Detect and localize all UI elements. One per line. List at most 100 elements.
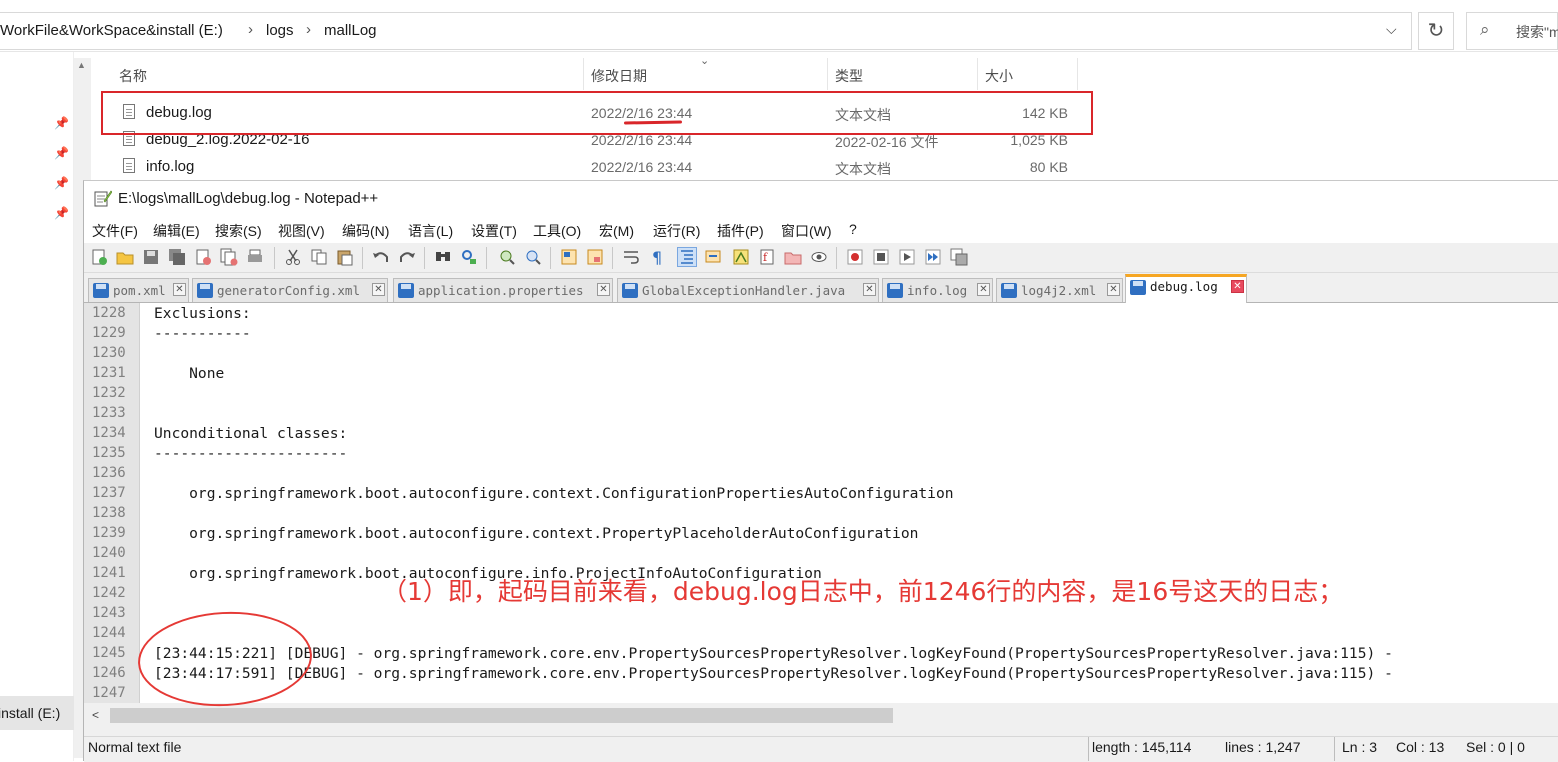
menu-macro[interactable]: 宏(M) — [599, 221, 634, 241]
tab-label: info.log — [907, 283, 968, 298]
column-divider[interactable] — [1077, 58, 1078, 90]
code-line: ----------- — [154, 325, 251, 342]
tab-globalexceptionhandler-java[interactable]: GlobalExceptionHandler.java ✕ — [617, 278, 879, 302]
tab-debug-log[interactable]: debug.log ✕ — [1125, 274, 1247, 303]
code-line: [23:44:15:221] [DEBUG] - org.springframe… — [154, 645, 1393, 662]
menu-tools[interactable]: 工具(O) — [533, 221, 581, 241]
close-tab-icon[interactable]: ✕ — [597, 283, 610, 296]
tab-log4j2-xml[interactable]: log4j2.xml ✕ — [996, 278, 1123, 302]
zoom-in-icon[interactable] — [498, 248, 516, 266]
menu-window[interactable]: 窗口(W) — [781, 221, 832, 241]
code-line: Exclusions: — [154, 305, 251, 322]
menu-encoding[interactable]: 编码(N) — [342, 221, 389, 241]
new-file-icon[interactable] — [90, 248, 108, 266]
breadcrumb-malllog[interactable]: mallLog — [324, 22, 377, 39]
line-number: 1240 — [92, 545, 126, 561]
tab-application-properties[interactable]: application.properties ✕ — [393, 278, 613, 302]
scroll-left-arrow-icon[interactable]: < — [92, 708, 99, 722]
file-date: 2022/2/16 23:44 — [591, 159, 693, 175]
menu-search[interactable]: 搜索(S) — [215, 221, 262, 241]
status-sel: Sel : 0 | 0 — [1466, 739, 1525, 755]
folder-workspace-icon[interactable] — [784, 248, 802, 266]
save-all-icon[interactable] — [168, 248, 186, 266]
menu-settings[interactable]: 设置(T) — [471, 221, 517, 241]
breadcrumb-separator-icon: › — [306, 21, 311, 38]
scroll-up-arrow-icon[interactable]: ▲ — [77, 60, 86, 70]
close-tab-icon[interactable]: ✕ — [1231, 280, 1244, 293]
function-list-icon[interactable]: f — [758, 248, 776, 266]
menu-run[interactable]: 运行(R) — [653, 221, 700, 241]
file-row[interactable]: info.log 2022/2/16 23:44 文本文档 80 KB — [96, 153, 1076, 180]
close-tab-icon[interactable]: ✕ — [173, 283, 186, 296]
menu-file[interactable]: 文件(F) — [92, 221, 138, 241]
status-separator — [1088, 737, 1089, 761]
breadcrumb-drive[interactable]: WorkFile&WorkSpace&install (E:) — [0, 22, 223, 39]
sync-horizontal-icon[interactable] — [586, 248, 604, 266]
title-bar[interactable]: E:\logs\mallLog\debug.log - Notepad++ — [84, 181, 1558, 217]
menu-plugins[interactable]: 插件(P) — [717, 221, 764, 241]
column-divider[interactable] — [977, 58, 978, 90]
breadcrumb-logs[interactable]: logs — [266, 22, 294, 39]
text-file-icon — [123, 158, 135, 173]
menu-view[interactable]: 视图(V) — [278, 221, 325, 241]
save-icon[interactable] — [142, 248, 160, 266]
horizontal-scroll-thumb[interactable] — [110, 708, 893, 723]
indent-guide-icon[interactable] — [677, 247, 697, 267]
line-number: 1239 — [92, 525, 126, 541]
line-number: 1245 — [92, 645, 126, 661]
column-header-size[interactable]: 大小 — [985, 66, 1013, 86]
close-file-icon[interactable] — [194, 248, 212, 266]
user-language-icon[interactable] — [704, 248, 722, 266]
stop-macro-icon[interactable] — [872, 248, 890, 266]
save-macro-icon[interactable] — [950, 248, 968, 266]
close-tab-icon[interactable]: ✕ — [372, 283, 385, 296]
column-header-type[interactable]: 类型 — [835, 66, 863, 86]
tab-info-log[interactable]: info.log ✕ — [882, 278, 993, 302]
play-macro-icon[interactable] — [898, 248, 916, 266]
sync-vertical-icon[interactable] — [560, 248, 578, 266]
file-type: 2022-02-16 文件 — [835, 134, 939, 150]
menu-language[interactable]: 语言(L) — [408, 221, 453, 241]
zoom-out-icon[interactable] — [524, 248, 542, 266]
word-wrap-icon[interactable] — [622, 248, 640, 266]
show-all-characters-icon[interactable]: ¶ — [648, 248, 666, 266]
sort-chevron-down-icon: ⌄ — [700, 55, 710, 67]
nav-item-install-drive[interactable]: install (E:) — [0, 696, 74, 730]
undo-icon[interactable] — [372, 248, 390, 266]
record-macro-icon[interactable] — [846, 248, 864, 266]
find-icon[interactable] — [434, 248, 452, 266]
saved-file-icon — [197, 283, 213, 298]
column-header-name[interactable]: 名称 — [119, 66, 147, 86]
cut-icon[interactable] — [284, 248, 302, 266]
column-divider[interactable] — [583, 58, 584, 90]
tab-generatorconfig-xml[interactable]: generatorConfig.xml ✕ — [192, 278, 388, 302]
status-length: length : 145,114 — [1092, 739, 1192, 755]
copy-icon[interactable] — [310, 248, 328, 266]
open-file-icon[interactable] — [116, 248, 134, 266]
close-tab-icon[interactable]: ✕ — [863, 283, 876, 296]
menu-edit[interactable]: 编辑(E) — [153, 221, 200, 241]
column-divider[interactable] — [827, 58, 828, 90]
menu-help[interactable]: ? — [849, 221, 857, 237]
redo-icon[interactable] — [398, 248, 416, 266]
file-name: info.log — [146, 158, 195, 175]
pin-icon: 📌 — [54, 206, 69, 220]
monitoring-eye-icon[interactable] — [810, 248, 828, 266]
replace-icon[interactable] — [460, 248, 478, 266]
saved-file-icon — [622, 283, 638, 298]
refresh-button[interactable]: ↻ — [1418, 12, 1454, 50]
close-tab-icon[interactable]: ✕ — [1107, 283, 1120, 296]
status-col: Col : 13 — [1396, 739, 1445, 755]
close-all-icon[interactable] — [220, 248, 238, 266]
tab-pom-xml[interactable]: pom.xml ✕ — [88, 278, 189, 302]
saved-file-icon — [887, 283, 903, 298]
document-map-icon[interactable] — [732, 248, 750, 266]
column-header-date[interactable]: 修改日期 — [591, 66, 647, 86]
line-number: 1246 — [92, 665, 126, 681]
address-dropdown-chevron-icon[interactable]: ⌵ — [1386, 21, 1397, 38]
paste-icon[interactable] — [336, 248, 354, 266]
print-icon[interactable] — [246, 248, 264, 266]
code-line: [23:44:17:591] [DEBUG] - org.springframe… — [154, 665, 1393, 682]
close-tab-icon[interactable]: ✕ — [977, 283, 990, 296]
play-multiple-macro-icon[interactable] — [924, 248, 942, 266]
